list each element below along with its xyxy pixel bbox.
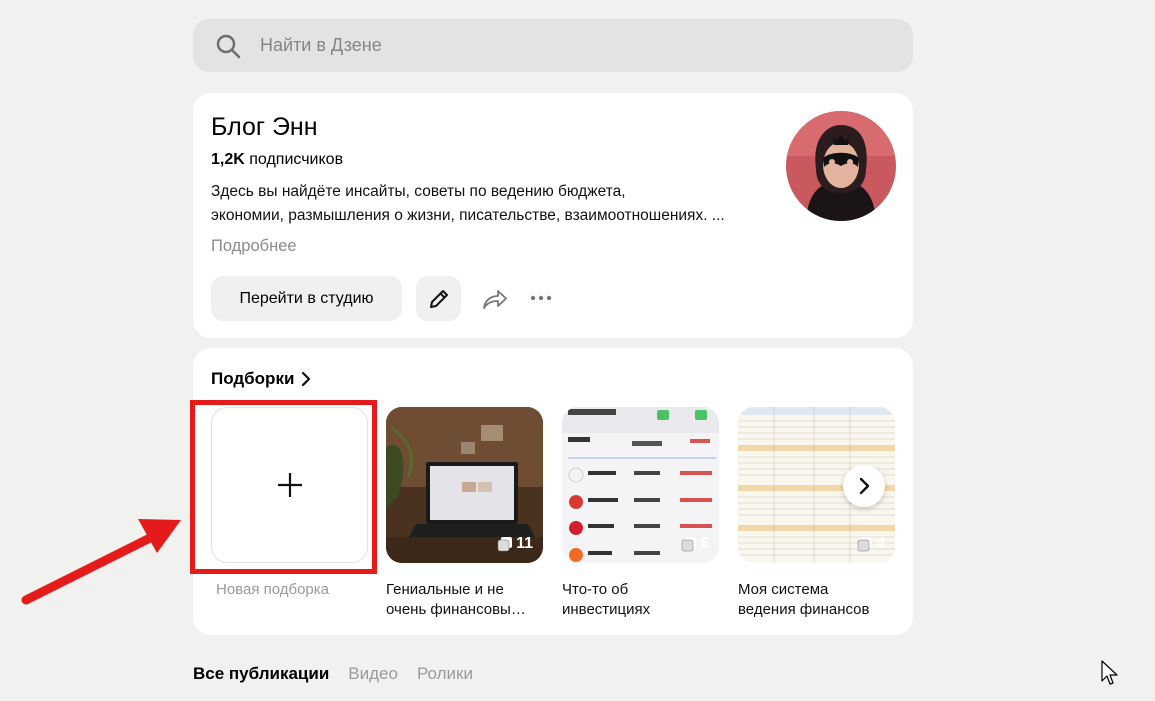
new-collection-label: Новая подборка [216, 581, 330, 598]
new-collection-button[interactable] [211, 407, 368, 563]
stack-icon [497, 537, 513, 552]
tab-video[interactable]: Видео [348, 664, 398, 684]
collection-item[interactable]: 11 Гениальные и не очень финансовы… [386, 407, 543, 620]
collection-caption: Моя система ведения финансов [738, 581, 870, 618]
item-count: 6 [681, 535, 709, 553]
channel-card: Блог Энн 1,2K подписчиков Здесь вы найдё… [193, 93, 913, 338]
publication-tabs: Все публикации Видео Ролики [193, 664, 473, 684]
channel-title: Блог Энн [211, 113, 318, 141]
share-icon[interactable] [481, 286, 509, 312]
new-collection-tile[interactable]: Новая подборка [211, 407, 368, 600]
collections-card: Подборки Новая подборка 11 Гениальные и … [193, 348, 913, 635]
go-to-studio-button[interactable]: Перейти в студию [211, 276, 402, 321]
item-count: 11 [497, 535, 533, 553]
search-icon [216, 34, 241, 58]
search-input[interactable]: Найти в Дзене [260, 35, 382, 56]
carousel-next-button[interactable] [843, 465, 885, 507]
mouse-cursor-icon [1101, 660, 1118, 685]
avatar[interactable] [786, 111, 896, 221]
chevron-right-icon [302, 371, 311, 387]
collection-thumbnail[interactable]: 6 [562, 407, 719, 563]
stack-icon [857, 537, 873, 552]
subscribers-count: 1,2K подписчиков [211, 151, 344, 168]
more-dots-icon[interactable] [529, 289, 553, 307]
tab-shorts[interactable]: Ролики [417, 664, 473, 684]
collection-caption: Что-то об инвестициях [562, 581, 651, 618]
collection-caption: Гениальные и не очень финансовы… [386, 581, 526, 618]
pencil-icon [429, 289, 448, 308]
collection-thumbnail[interactable]: 11 [386, 407, 543, 563]
item-count: 4 [857, 535, 885, 553]
edit-button[interactable] [416, 276, 461, 321]
collection-item[interactable]: 6 Что-то об инвестициях [562, 407, 719, 620]
tab-all-publications[interactable]: Все публикации [193, 664, 329, 684]
plus-icon [277, 473, 302, 497]
collections-header[interactable]: Подборки [211, 369, 312, 389]
stack-icon [681, 537, 697, 552]
channel-description: Здесь вы найдёте инсайты, советы по веде… [211, 183, 725, 224]
collection-item[interactable]: 4 Моя система ведения финансов [738, 407, 895, 620]
search-bar[interactable]: Найти в Дзене [193, 19, 913, 72]
more-link[interactable]: Подробнее [211, 237, 297, 256]
chevron-right-icon [859, 477, 870, 495]
